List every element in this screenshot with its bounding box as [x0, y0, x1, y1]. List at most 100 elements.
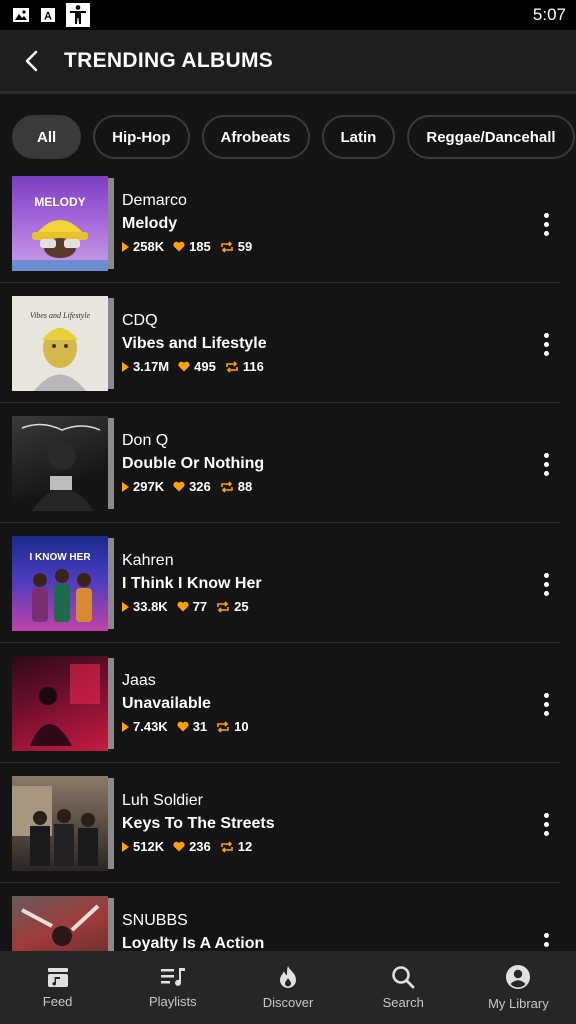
genre-chip-afrobeats[interactable]: Afrobeats [201, 115, 310, 159]
repost-icon [220, 240, 233, 253]
artist-name[interactable]: Demarco [122, 191, 252, 211]
album-title[interactable]: Vibes and Lifestyle [122, 333, 267, 355]
status-bar: A 5:07 [0, 0, 576, 30]
album-cover: MELODY [12, 176, 116, 271]
cover-text: Vibes and Lifestyle [30, 311, 91, 320]
more-options-button[interactable] [536, 566, 556, 602]
play-count: 7.43K [133, 719, 168, 734]
album-list: MELODY Demarco Melody 258K 185 59 Vibes … [0, 163, 576, 951]
album-stats: 3.17M 495 116 [122, 359, 267, 374]
album-row[interactable]: I KNOW HER Kahren I Think I Know Her 33.… [0, 523, 560, 643]
album-title[interactable]: Double Or Nothing [122, 453, 264, 475]
play-count: 33.8K [133, 599, 168, 614]
tab-discover[interactable]: Discover [230, 951, 345, 1024]
repost-count: 25 [234, 599, 249, 614]
artist-name[interactable]: SNUBBS [122, 911, 264, 931]
playlists-icon [160, 968, 185, 986]
cover-text: I KNOW HER [29, 552, 91, 563]
search-icon [392, 966, 415, 989]
album-cover: Vibes and Lifestyle [12, 296, 116, 391]
tab-label: Feed [42, 994, 73, 1009]
heart-icon [173, 481, 185, 492]
tab-playlists[interactable]: Playlists [115, 951, 230, 1024]
svg-text:A: A [44, 11, 52, 23]
album-row[interactable]: Luh Soldier Keys To The Streets 512K 236… [0, 763, 560, 883]
tab-search[interactable]: Search [346, 951, 461, 1024]
more-options-button[interactable] [536, 206, 556, 242]
tab-label: Playlists [148, 994, 197, 1009]
album-stats: 33.8K 77 25 [122, 599, 262, 614]
artist-name[interactable]: CDQ [122, 311, 267, 331]
like-count: 185 [189, 239, 211, 254]
artist-name[interactable]: Kahren [122, 551, 262, 571]
like-count: 495 [194, 359, 216, 374]
artist-name[interactable]: Luh Soldier [122, 791, 275, 811]
album-row[interactable]: Don Q Double Or Nothing 297K 326 88 [0, 403, 560, 523]
more-options-button[interactable] [536, 686, 556, 722]
more-options-button[interactable] [536, 446, 556, 482]
album-row[interactable]: SNUBBS Loyalty Is A Action [0, 883, 560, 951]
account-icon [506, 965, 531, 989]
repost-count: 88 [237, 479, 253, 494]
more-options-button[interactable] [536, 326, 556, 362]
play-count-icon [122, 361, 129, 372]
album-cover: I KNOW HER [12, 536, 116, 631]
album-stats: 512K 236 12 [122, 839, 275, 854]
tab-feed[interactable]: Feed [0, 951, 115, 1024]
play-count-icon [122, 721, 129, 732]
genre-chip-reggae-dancehall[interactable]: Reggae/Dancehall [407, 115, 575, 159]
back-arrow-icon [25, 50, 38, 71]
repost-icon [226, 360, 238, 373]
album-title[interactable]: Keys To The Streets [122, 813, 275, 835]
repost-count: 116 [242, 359, 264, 374]
more-options-button[interactable] [536, 806, 556, 842]
tab-label: Discover [262, 995, 314, 1010]
flame-icon [280, 966, 296, 988]
album-row[interactable]: Vibes and Lifestyle CDQ Vibes and Lifest… [0, 283, 560, 403]
album-row[interactable]: MELODY Demarco Melody 258K 185 59 [0, 163, 560, 283]
like-count: 236 [189, 839, 211, 854]
tab-label: Search [382, 995, 424, 1010]
like-count: 77 [192, 599, 208, 614]
cover-text: MELODY [34, 195, 85, 209]
repost-icon [217, 600, 229, 613]
album-title[interactable]: Unavailable [122, 693, 249, 715]
play-count: 3.17M [133, 359, 170, 374]
heart-icon [173, 841, 185, 852]
more-options-button[interactable] [536, 926, 556, 951]
play-count: 258K [133, 239, 165, 254]
like-count: 326 [189, 479, 211, 494]
album-stats: 297K 326 88 [122, 479, 264, 494]
tab-my-library[interactable]: My Library [461, 951, 576, 1024]
album-cover [12, 416, 116, 511]
repost-icon [217, 720, 229, 733]
repost-count: 12 [237, 839, 253, 854]
artist-name[interactable]: Don Q [122, 431, 264, 451]
play-count: 512K [133, 839, 165, 854]
album-cover [12, 776, 116, 871]
heart-icon [177, 721, 189, 732]
image-notification-icon [13, 8, 29, 22]
album-title[interactable]: Loyalty Is A Action [122, 933, 264, 951]
artist-name[interactable]: Jaas [122, 671, 249, 691]
album-stats: 258K 185 59 [122, 239, 252, 254]
genre-chip-hip-hop[interactable]: Hip-Hop [93, 115, 190, 159]
album-stats: 7.43K 31 10 [122, 719, 249, 734]
album-title[interactable]: Melody [122, 213, 252, 235]
repost-icon [220, 480, 233, 493]
album-row[interactable]: Jaas Unavailable 7.43K 31 10 [0, 643, 560, 763]
album-title[interactable]: I Think I Know Her [122, 573, 262, 595]
play-count-icon [122, 481, 129, 492]
play-count: 297K [133, 479, 165, 494]
accessibility-icon [66, 3, 90, 27]
genre-chip-all[interactable]: All [12, 115, 82, 159]
like-count: 31 [192, 719, 208, 734]
repost-count: 59 [237, 239, 253, 254]
play-count-icon [122, 241, 129, 252]
repost-icon [220, 840, 233, 853]
back-button[interactable] [0, 29, 64, 93]
genre-chip-latin[interactable]: Latin [321, 115, 396, 159]
play-count-icon [122, 841, 129, 852]
play-count-icon [122, 601, 129, 612]
album-cover [12, 656, 116, 751]
